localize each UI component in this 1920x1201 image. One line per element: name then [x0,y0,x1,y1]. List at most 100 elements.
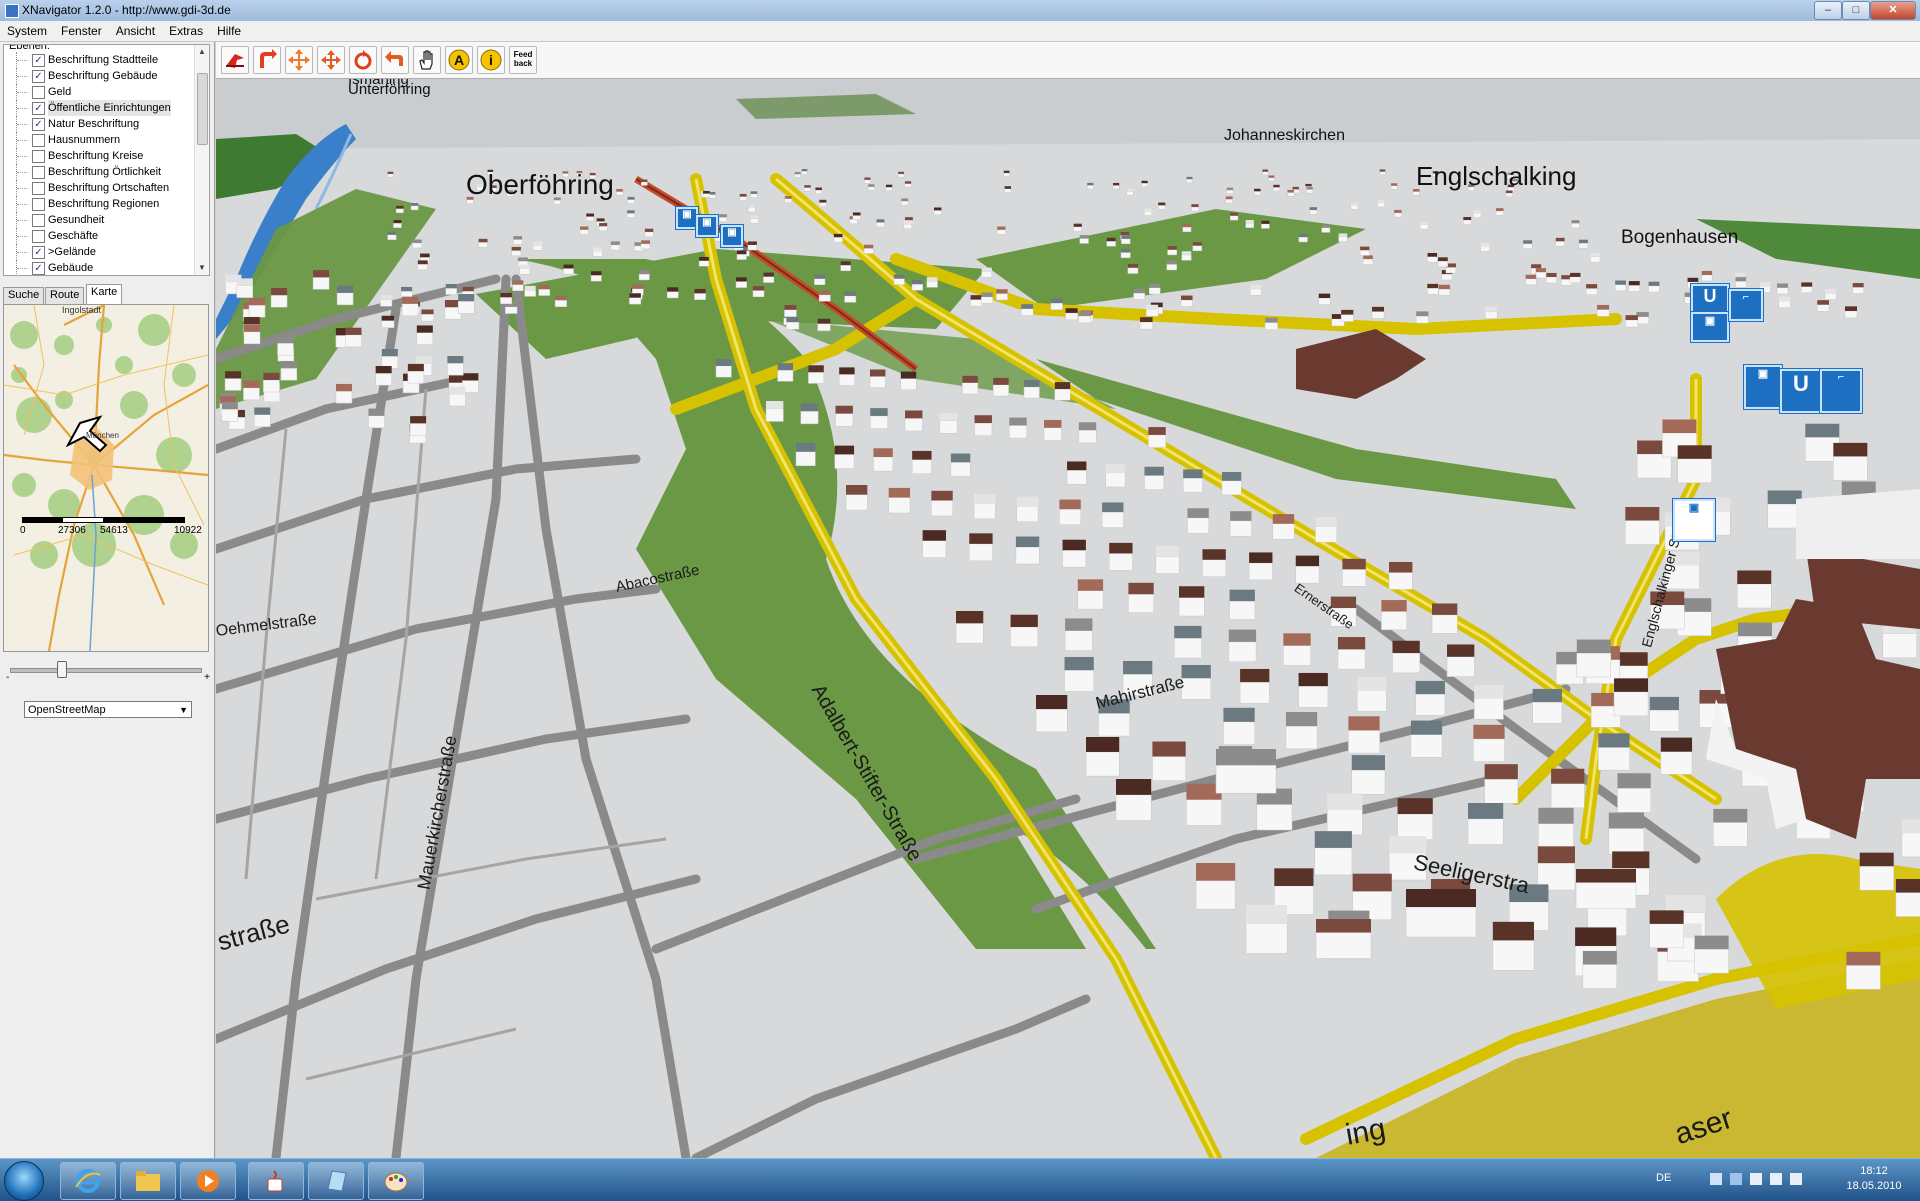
overview-map[interactable]: Ingolstadt München 0 27306 54613 10922 [3,304,209,652]
building-roof [449,386,466,394]
layer-row[interactable]: Beschriftung Kreise [4,148,194,164]
layer-checkbox[interactable]: ✓ [32,246,45,259]
turn-button[interactable] [253,46,281,74]
layer-checkbox[interactable] [32,134,45,147]
building-roof [1575,927,1617,946]
layer-checkbox[interactable] [32,166,45,179]
building-roof [393,220,402,224]
layer-checkbox[interactable]: ✓ [32,102,45,115]
volume-icon[interactable] [1770,1173,1782,1185]
maximize-button[interactable]: □ [1842,1,1870,20]
building-wall [981,296,993,304]
building-roof [500,292,512,298]
layer-row[interactable]: Beschriftung Örtlichkeit [4,164,194,180]
layer-checkbox[interactable] [32,182,45,195]
layer-checkbox[interactable]: ✓ [32,262,45,275]
poi-bus-icon[interactable]: ▣ [1691,312,1729,342]
layer-checkbox[interactable] [32,150,45,163]
scroll-down-icon[interactable]: ▼ [195,261,209,275]
layer-row[interactable]: Beschriftung Ortschaften [4,180,194,196]
layer-row[interactable]: Hausnummern [4,132,194,148]
scroll-up-icon[interactable]: ▲ [195,45,209,59]
poi-bus-icon[interactable]: ▣ [721,225,743,247]
layer-row[interactable]: ✓ >Gelände [4,244,194,260]
taskbar-java-button[interactable] [248,1162,304,1200]
poi-bus-icon[interactable]: ▣ [676,207,698,229]
building-wall [1273,187,1280,192]
tab-suche[interactable]: Suche [3,287,45,304]
move-button[interactable] [285,46,313,74]
poi-bus-icon[interactable]: ▣ [1744,365,1782,409]
building-roof [1844,306,1857,311]
building-wall [445,288,457,295]
3d-map-view[interactable]: Ismaning Unterföhring Johanneskirchen Ob… [216,79,1920,1158]
hand-button[interactable] [413,46,441,74]
clock[interactable]: 18:12 18.05.2010 [1834,1164,1914,1194]
layer-row[interactable]: Beschriftung Regionen [4,196,194,212]
chevron-down-icon[interactable]: ▼ [179,702,188,718]
layer-row[interactable]: Geld [4,84,194,100]
layer-row[interactable]: ✓ Beschriftung Gebäude [4,68,194,84]
poi-subway-icon[interactable]: U [1691,284,1729,314]
building-wall [1127,267,1139,274]
layer-checkbox[interactable]: ✓ [32,118,45,131]
tab-route[interactable]: Route [45,287,85,304]
layer-checkbox[interactable] [32,198,45,211]
layer-checkbox[interactable]: ✓ [32,54,45,67]
building-roof [784,196,792,199]
flag-icon[interactable] [1710,1173,1722,1185]
poi-stairs-icon[interactable]: ⌐ [1729,289,1763,321]
layer-row[interactable]: Geschäfte [4,228,194,244]
taskbar-ie-button[interactable] [60,1162,116,1200]
network-icon[interactable] [1750,1173,1762,1185]
overview-map-canvas[interactable]: Ingolstadt München [4,305,208,651]
menu-system[interactable]: System [0,21,54,39]
scroll-thumb[interactable] [197,73,208,145]
layer-row[interactable]: ✓ Natur Beschriftung [4,116,194,132]
rotate-button[interactable] [349,46,377,74]
language-indicator[interactable]: DE [1656,1172,1671,1184]
layer-row[interactable]: ✓ Öffentliche Einrichtungen [4,100,194,116]
layer-row[interactable]: ✓ Beschriftung Stadtteile [4,52,194,68]
feedback-button[interactable]: Feed back [509,46,537,74]
tab-karte[interactable]: Karte [86,284,123,305]
tree-connector [16,100,27,116]
minimize-button[interactable]: – [1814,1,1842,20]
pan-button[interactable] [317,46,345,74]
start-button[interactable] [4,1161,44,1201]
taskbar-paint-button[interactable] [368,1162,424,1200]
layer-row[interactable]: Gesundheit [4,212,194,228]
fly-button[interactable] [221,46,249,74]
layer-checkbox[interactable] [32,230,45,243]
layer-checkbox[interactable] [32,86,45,99]
building-wall [1112,185,1120,190]
menu-extras[interactable]: Extras [162,21,210,39]
close-button[interactable]: ✕ [1870,1,1916,20]
poi-subway-icon[interactable]: U [1780,369,1822,413]
building-wall [243,387,260,401]
zoom-slider-knob[interactable] [57,661,67,678]
power-icon[interactable] [1790,1173,1802,1185]
poi-bus-stop-icon[interactable]: ▣ [1673,499,1715,541]
menu-hilfe[interactable]: Hilfe [210,21,248,39]
show-hidden-icons-icon[interactable] [1730,1173,1742,1185]
taskbar-media-player-button[interactable] [180,1162,236,1200]
taskbar-explorer-button[interactable] [120,1162,176,1200]
layer-checkbox[interactable] [32,214,45,227]
zoom-slider-track[interactable] [10,668,202,673]
label-button[interactable]: A [445,46,473,74]
menu-ansicht[interactable]: Ansicht [109,21,162,39]
building-wall [1405,906,1477,938]
menu-fenster[interactable]: Fenster [54,21,109,39]
poi-stairs-icon[interactable]: ⌐ [1820,369,1862,413]
layer-row[interactable]: ✓ Gebäude [4,260,194,275]
taskbar-notepad-button[interactable] [308,1162,364,1200]
poi-bus-icon[interactable]: ▣ [696,215,718,237]
building-roof [1350,202,1359,206]
info-button[interactable]: i [477,46,505,74]
zoom-slider[interactable]: - + [6,660,210,683]
back-button[interactable] [381,46,409,74]
layer-checkbox[interactable]: ✓ [32,70,45,83]
map-source-select[interactable]: OpenStreetMap ▼ [24,701,192,718]
layers-scrollbar[interactable]: ▲ ▼ [194,45,209,275]
